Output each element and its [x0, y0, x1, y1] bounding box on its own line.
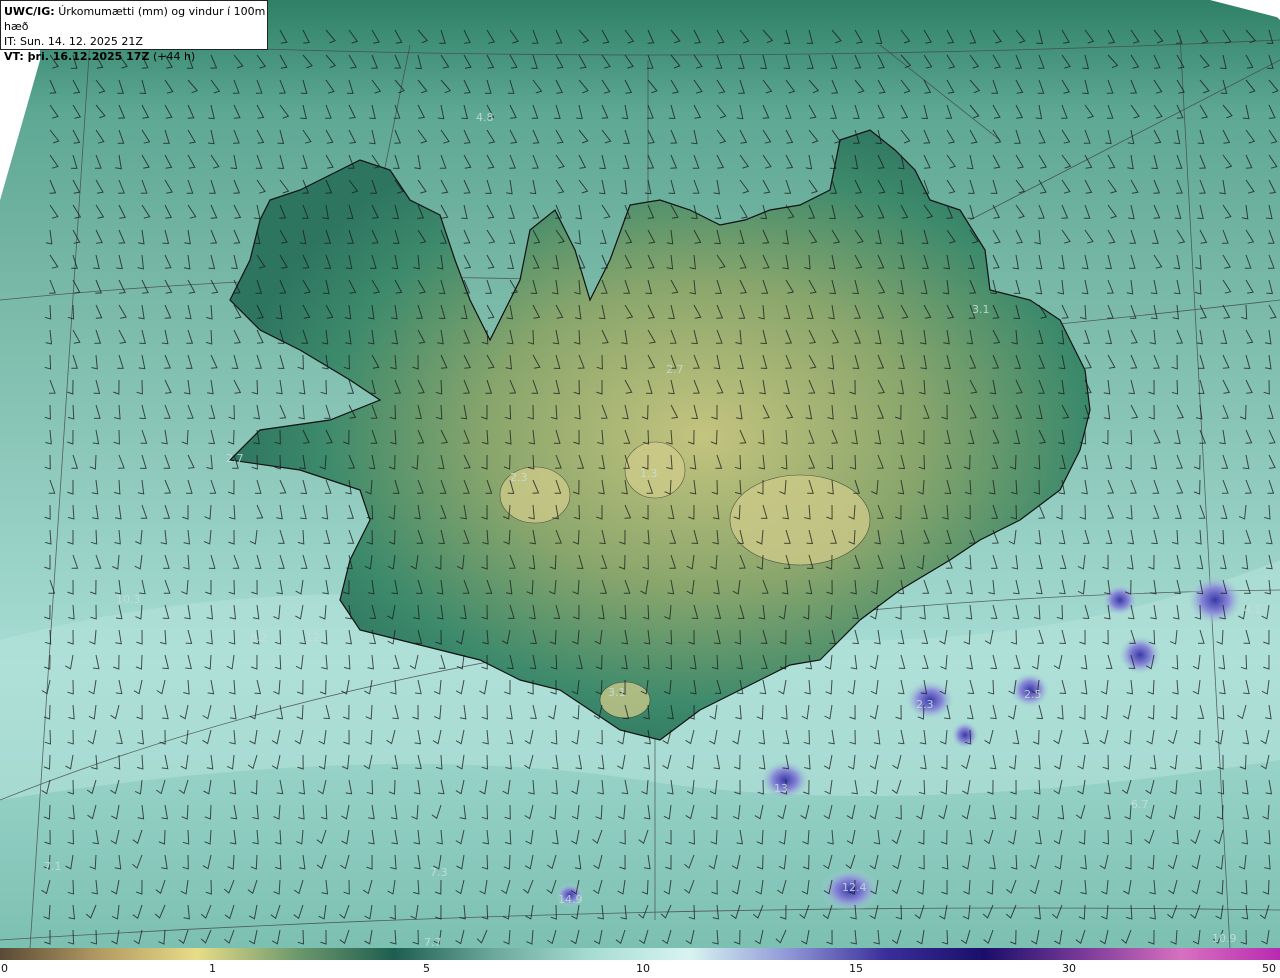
value-label: 12.4: [842, 881, 867, 894]
model-label: UWC/IG:: [4, 5, 55, 18]
value-label: 10.9: [1212, 932, 1237, 945]
value-label: 3.1: [972, 303, 990, 316]
colorbar-tick-label: 1: [209, 962, 216, 975]
title-line: UWC/IG: Úrkomumætti (mm) og vindur í 100…: [4, 4, 267, 34]
value-label: 8.2: [250, 631, 268, 644]
value-label: 4.1: [1244, 603, 1262, 616]
info-box: UWC/IG: Úrkomumætti (mm) og vindur í 100…: [0, 0, 268, 63]
colorbar-tick-label: 15: [849, 962, 863, 975]
value-label: 13: [774, 782, 788, 795]
precipitation-wind-map: 4.8 3.1 2.7 2.7 2.3 1.3 10.3 8.2 12 3.1 …: [0, 0, 1280, 948]
value-label: 7.1: [44, 860, 62, 873]
value-label: 2.3: [916, 698, 934, 711]
value-label: 2.7: [226, 452, 244, 465]
init-time: IT: Sun. 14. 12. 2025 21Z: [4, 35, 143, 48]
colorbar-tick-label: 5: [423, 962, 430, 975]
value-label: 2.5: [1024, 688, 1042, 701]
value-label: 1.3: [640, 467, 658, 480]
colorbar-ticks: 0 1 5 10 15 30 50: [0, 962, 1280, 978]
value-label: 7.7: [424, 936, 442, 948]
value-label: 7.3: [430, 866, 448, 879]
valid-offset: (+44 h): [152, 50, 196, 63]
colorbar: [0, 948, 1280, 960]
value-label: 2.7: [666, 363, 684, 376]
colorbar-tick-label: 50: [1262, 962, 1276, 975]
value-label: 6.7: [1131, 798, 1149, 811]
colorbar-tick-label: 30: [1062, 962, 1076, 975]
value-label: 12: [306, 631, 320, 644]
valid-time: VT: þri. 16.12.2025 17Z: [4, 50, 150, 63]
value-label: 3.1: [608, 686, 626, 699]
value-label: 10.3: [116, 593, 141, 606]
value-label: 2.3: [510, 471, 528, 484]
colorbar-tick-label: 0: [1, 962, 8, 975]
value-label: 4.8: [476, 111, 494, 124]
colorbar-tick-label: 10: [636, 962, 650, 975]
valid-time-line: VT: þri. 16.12.2025 17Z (+44 h): [4, 49, 267, 64]
value-label: 14.9: [558, 893, 583, 906]
